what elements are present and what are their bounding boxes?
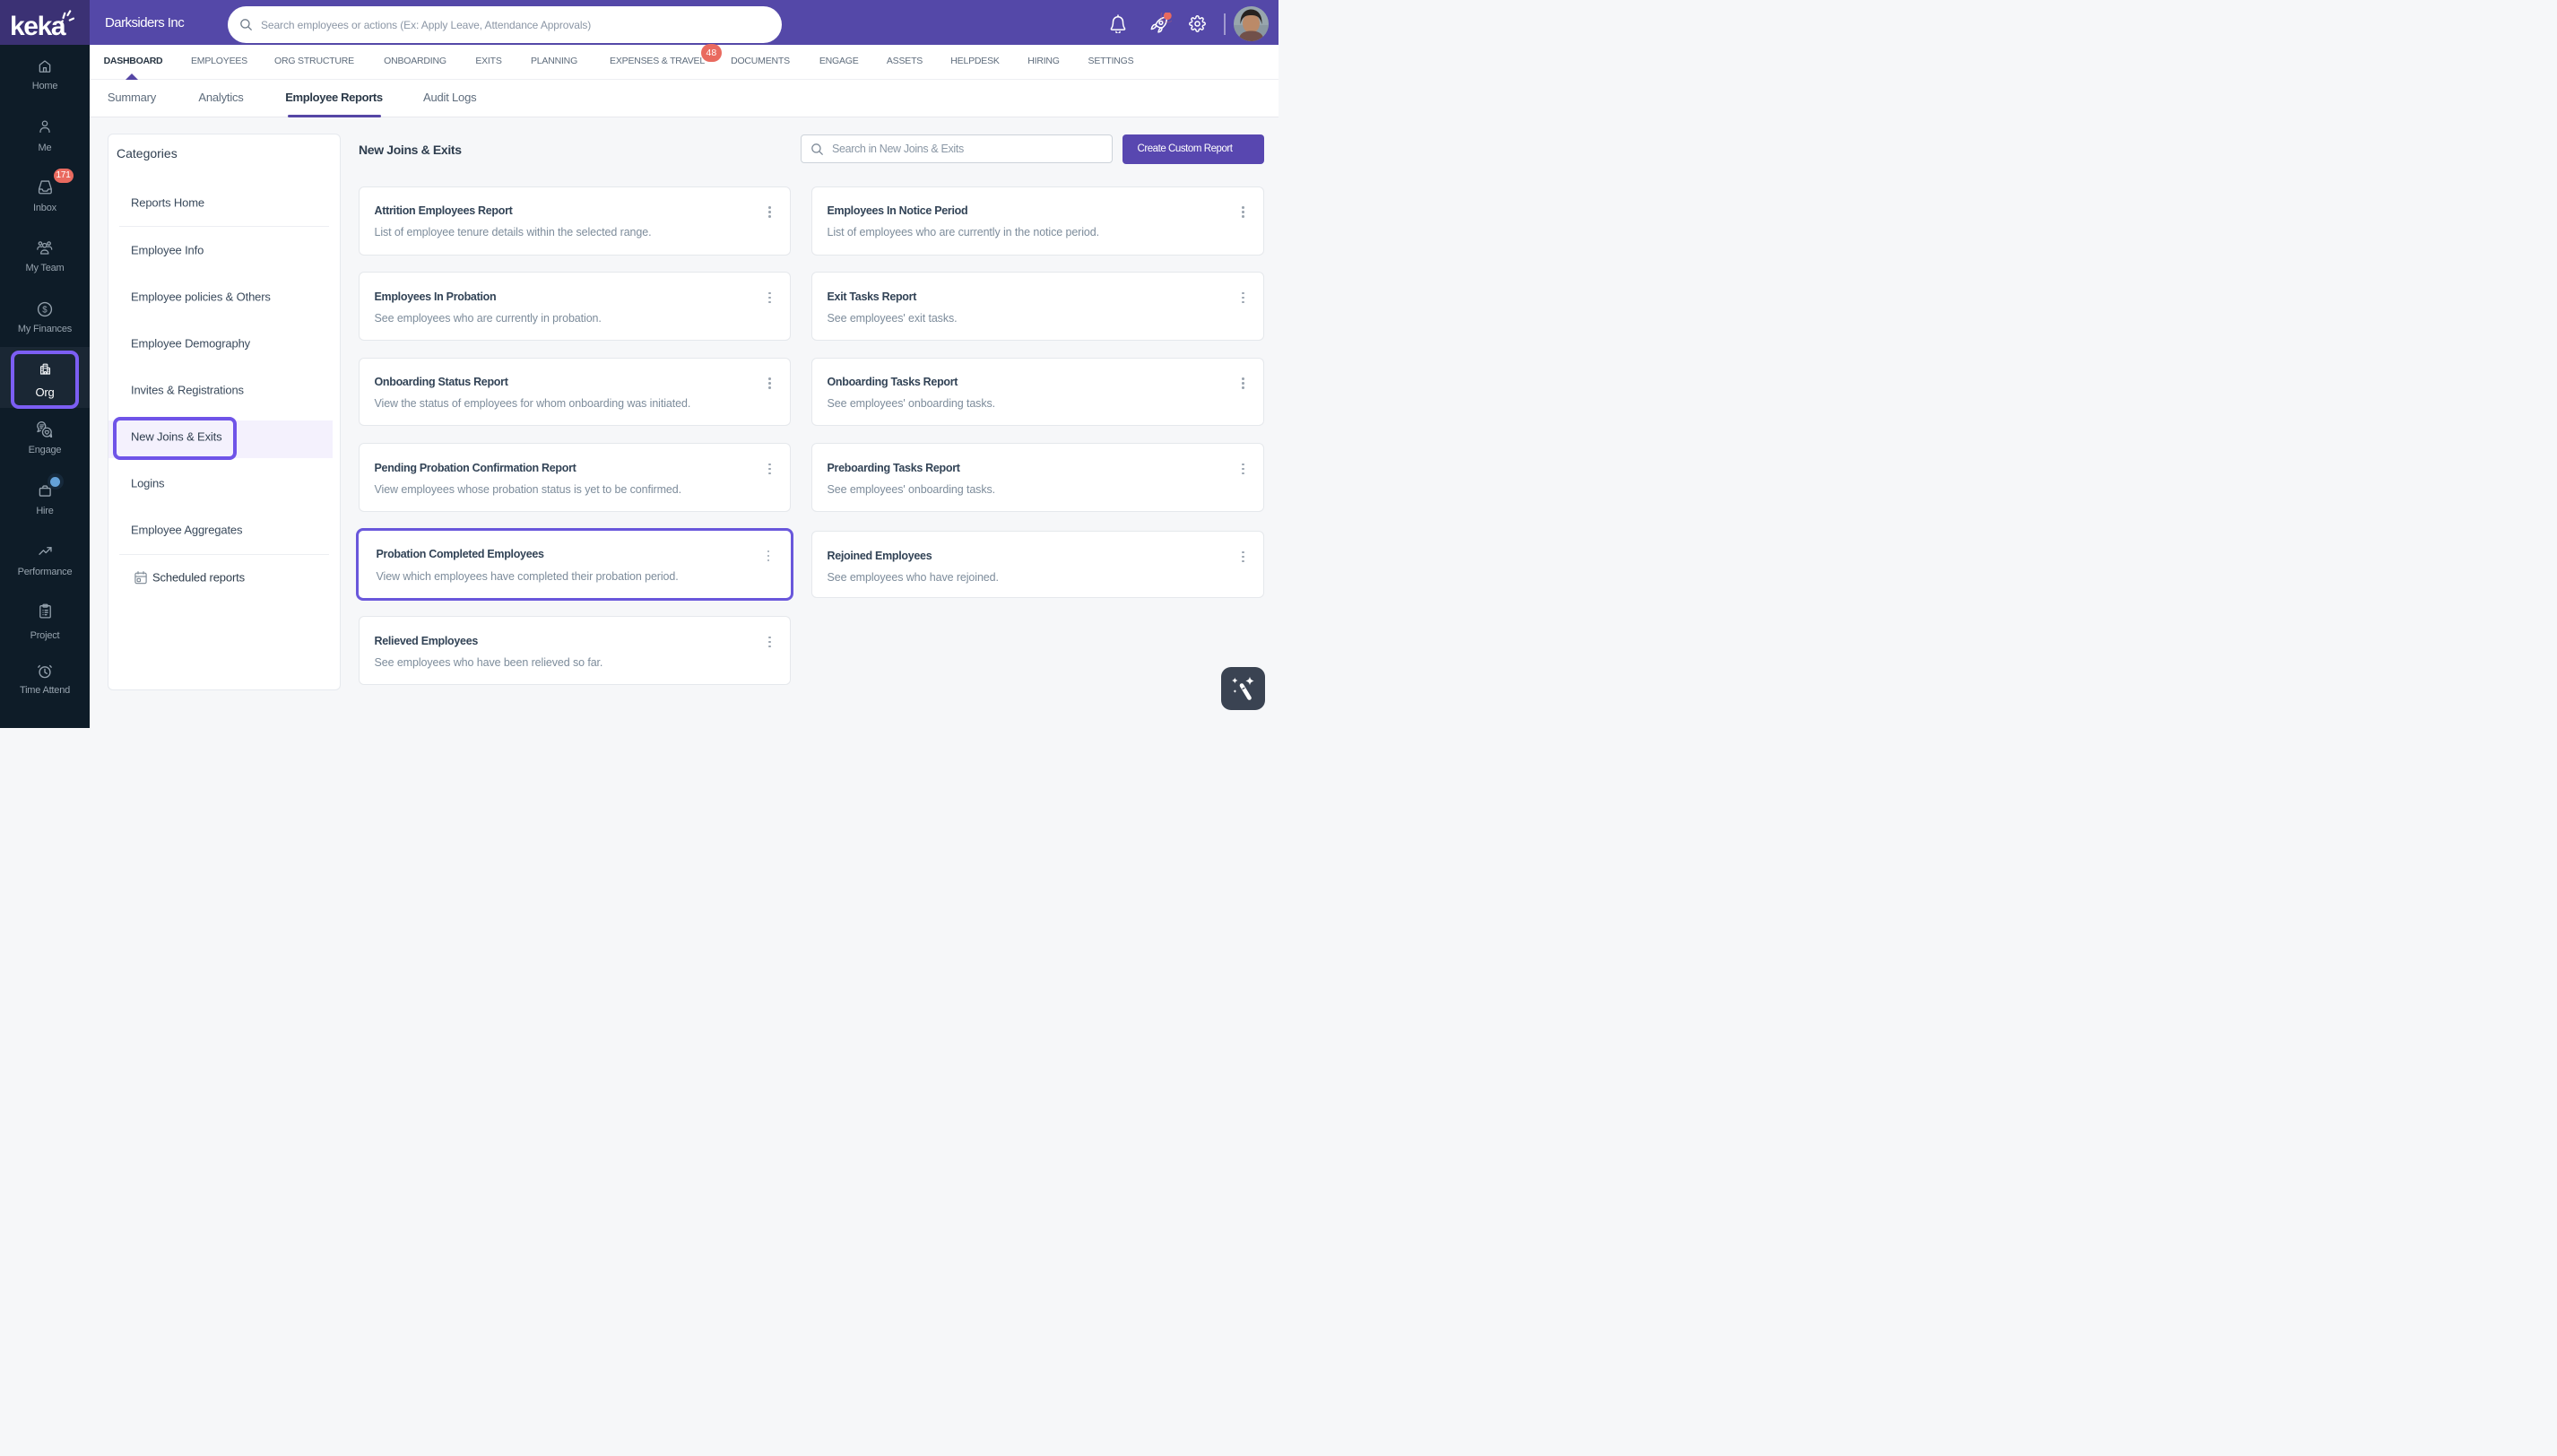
svg-text:$: $ [42,305,48,315]
